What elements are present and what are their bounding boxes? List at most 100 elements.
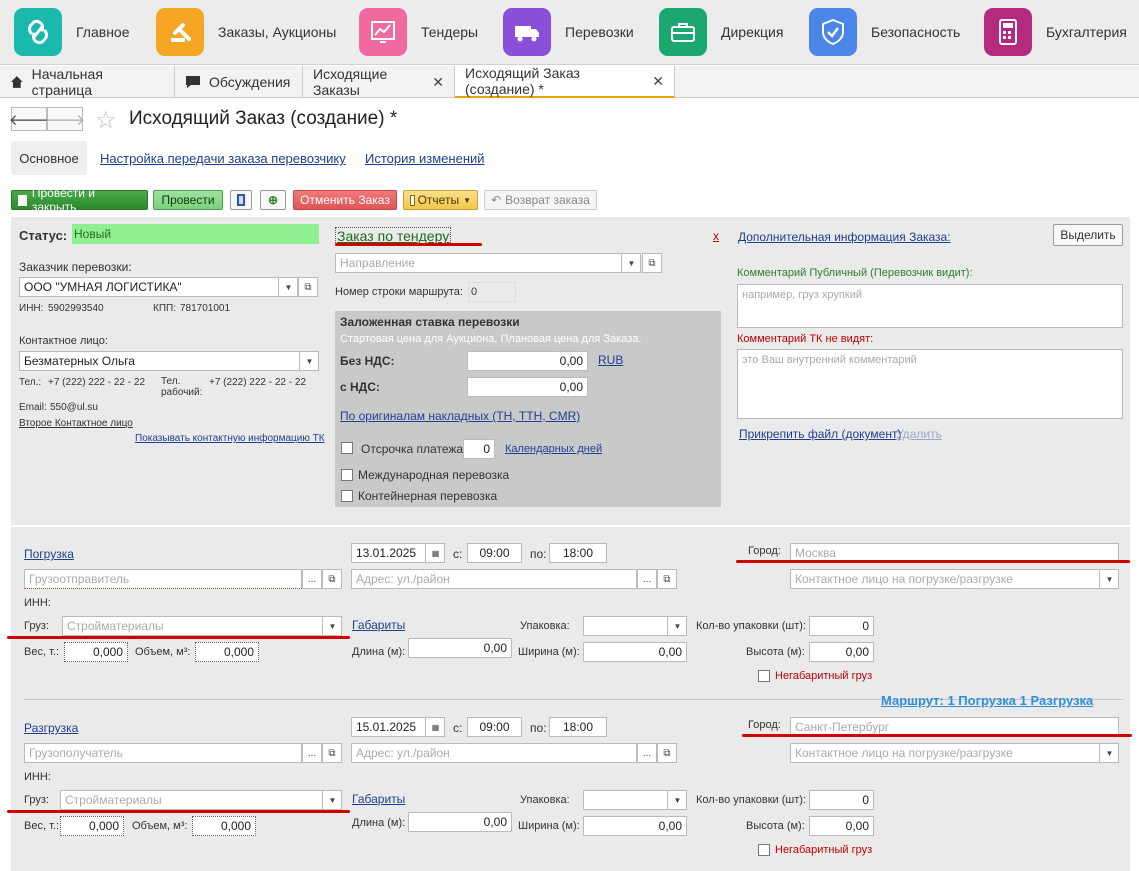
open-icon[interactable]: ⧉ <box>322 743 342 763</box>
extra-info-link[interactable]: Дополнительная информация Заказа: <box>738 230 951 244</box>
more-button[interactable]: ... <box>637 569 657 589</box>
chevron-down-icon[interactable]: ▼ <box>322 791 341 809</box>
chevron-down-icon[interactable]: ▼ <box>299 352 318 370</box>
dimensions-link[interactable]: Габариты <box>352 618 405 632</box>
loading-contact-select[interactable]: Контактное лицо на погрузке/разгрузке ▼ <box>790 569 1119 589</box>
loading-volume-input[interactable]: 0,000 <box>195 642 259 662</box>
chevron-down-icon[interactable]: ▼ <box>322 617 341 635</box>
loading-cargo-select[interactable]: Стройматериалы ▼ <box>62 616 342 636</box>
container-checkbox[interactable] <box>341 490 353 502</box>
loading-oversize-checkbox[interactable] <box>758 670 770 682</box>
deferral-input[interactable]: 0 <box>463 439 495 459</box>
post-close-button[interactable]: Провести и закрыть <box>11 186 148 214</box>
attach-file-link[interactable]: Прикрепить файл (документ) <box>739 427 901 441</box>
section-orders[interactable]: Заказы, Аукционы <box>156 7 336 57</box>
originals-link[interactable]: По оригиналам накладных (ТН, ТТН, CMR) <box>340 409 580 423</box>
unloading-time-to[interactable]: 18:00 <box>549 717 607 737</box>
chevron-down-icon[interactable]: ▼ <box>278 278 297 296</box>
more-button[interactable]: ... <box>302 569 322 589</box>
unloading-date-input[interactable]: 15.01.2025 ▦ <box>351 717 445 737</box>
calendar-icon[interactable]: ▦ <box>425 544 444 562</box>
form-tab-transfer[interactable]: Настройка передачи заказа перевозчику <box>100 151 346 166</box>
public-comment-input[interactable]: например, груз хрупкий <box>737 284 1123 328</box>
section-accounting[interactable]: Бухгалтерия <box>984 7 1127 57</box>
unloading-width-input[interactable]: 0,00 <box>583 816 687 836</box>
loading-packing-select[interactable]: ▼ <box>583 616 687 636</box>
post-button[interactable]: Провести <box>153 190 223 210</box>
unloading-length-input[interactable]: 0,00 <box>408 812 512 832</box>
forward-button[interactable]: 🡒 <box>45 107 85 131</box>
unloading-qty-input[interactable]: 0 <box>809 790 874 810</box>
tab-outgoing-orders[interactable]: Исходящие Заказы ✕ <box>303 66 455 98</box>
select-button[interactable]: Выделить <box>1053 224 1123 246</box>
international-checkbox[interactable] <box>341 469 353 481</box>
loading-time-from[interactable]: 09:00 <box>467 543 522 563</box>
delete-file-link[interactable]: Удалить <box>896 427 942 441</box>
more-button[interactable]: ... <box>637 743 657 763</box>
direction-select[interactable]: Направление ▼ <box>335 253 641 273</box>
vat-input[interactable]: 0,00 <box>467 377 588 397</box>
contact-select[interactable]: Безматерных Ольга ▼ <box>19 351 319 371</box>
copy-button[interactable]: ⊕ <box>260 190 286 210</box>
section-tenders[interactable]: Тендеры <box>359 7 478 57</box>
chevron-down-icon[interactable]: ▼ <box>667 617 686 635</box>
back-button[interactable]: 🡐 <box>9 107 49 131</box>
unloading-cargo-select[interactable]: Стройматериалы ▼ <box>60 790 342 810</box>
loading-weight-input[interactable]: 0,000 <box>64 642 128 662</box>
close-icon[interactable]: ✕ <box>432 74 444 91</box>
consignee-input[interactable]: Грузополучатель <box>24 743 302 763</box>
section-transport[interactable]: Перевозки <box>503 7 634 57</box>
unloading-address-input[interactable]: Адрес: ул./район <box>351 743 637 763</box>
unloading-time-from[interactable]: 09:00 <box>467 717 522 737</box>
open-icon[interactable]: ⧉ <box>657 569 677 589</box>
calendar-days-link[interactable]: Календарных дней <box>505 443 602 455</box>
unloading-oversize-checkbox[interactable] <box>758 844 770 856</box>
tab-order-create[interactable]: Исходящий Заказ (создание) * ✕ <box>455 65 675 98</box>
loading-width-input[interactable]: 0,00 <box>583 642 687 662</box>
star-icon[interactable]: ☆ <box>95 106 117 135</box>
deferral-checkbox[interactable] <box>341 442 353 454</box>
chevron-down-icon[interactable]: ▼ <box>1099 570 1118 588</box>
cancel-order-button[interactable]: Отменить Заказ <box>293 190 397 210</box>
section-security[interactable]: Безопасность <box>809 7 960 57</box>
unloading-weight-input[interactable]: 0,000 <box>60 816 124 836</box>
second-contact-link[interactable]: Второе Контактное лицо <box>19 418 133 429</box>
open-icon[interactable]: ⧉ <box>298 277 318 297</box>
currency-link[interactable]: RUB <box>598 353 623 367</box>
tab-home[interactable]: Начальная страница <box>0 66 175 98</box>
loading-link[interactable]: Погрузка <box>24 547 74 561</box>
section-direction[interactable]: Дирекция <box>659 7 783 57</box>
chevron-down-icon[interactable]: ▼ <box>667 791 686 809</box>
loading-height-input[interactable]: 0,00 <box>809 642 874 662</box>
open-icon[interactable]: ⧉ <box>642 253 662 273</box>
show-tk-contacts-link[interactable]: Показывать контактную информацию ТК <box>135 433 325 444</box>
dimensions-link[interactable]: Габариты <box>352 792 405 806</box>
unloading-height-input[interactable]: 0,00 <box>809 816 874 836</box>
route-summary-link[interactable]: Маршрут: 1 Погрузка 1 Разгрузка <box>881 693 1093 708</box>
more-button[interactable]: ... <box>302 743 322 763</box>
return-order-button[interactable]: ↶ Возврат заказа <box>484 190 597 210</box>
open-icon[interactable]: ⧉ <box>322 569 342 589</box>
save-button[interactable] <box>230 190 252 210</box>
chevron-down-icon[interactable]: ▼ <box>1099 744 1118 762</box>
loading-address-input[interactable]: Адрес: ул./район <box>351 569 637 589</box>
loading-time-to[interactable]: 18:00 <box>549 543 607 563</box>
unloading-contact-select[interactable]: Контактное лицо на погрузке/разгрузке ▼ <box>790 743 1119 763</box>
chevron-down-icon[interactable]: ▼ <box>621 254 640 272</box>
open-icon[interactable]: ⧉ <box>657 743 677 763</box>
close-icon[interactable]: ✕ <box>652 73 664 90</box>
customer-select[interactable]: ООО "УМНАЯ ЛОГИСТИКА" ▼ <box>19 277 298 297</box>
unloading-link[interactable]: Разгрузка <box>24 721 78 735</box>
shipper-input[interactable]: Грузоотправитель <box>24 569 302 589</box>
calendar-icon[interactable]: ▦ <box>425 718 444 736</box>
loading-length-input[interactable]: 0,00 <box>408 638 512 658</box>
tender-clear-button[interactable]: x <box>713 229 719 243</box>
private-comment-input[interactable]: это Ваш внутренний комментарий <box>737 349 1123 419</box>
reports-button[interactable]: Отчеты ▼ <box>403 190 478 210</box>
tab-discussions[interactable]: Обсуждения <box>175 66 303 98</box>
unloading-volume-input[interactable]: 0,000 <box>192 816 256 836</box>
form-tab-history[interactable]: История изменений <box>365 151 485 166</box>
unloading-packing-select[interactable]: ▼ <box>583 790 687 810</box>
loading-date-input[interactable]: 13.01.2025 ▦ <box>351 543 445 563</box>
no-vat-input[interactable]: 0,00 <box>467 351 588 371</box>
